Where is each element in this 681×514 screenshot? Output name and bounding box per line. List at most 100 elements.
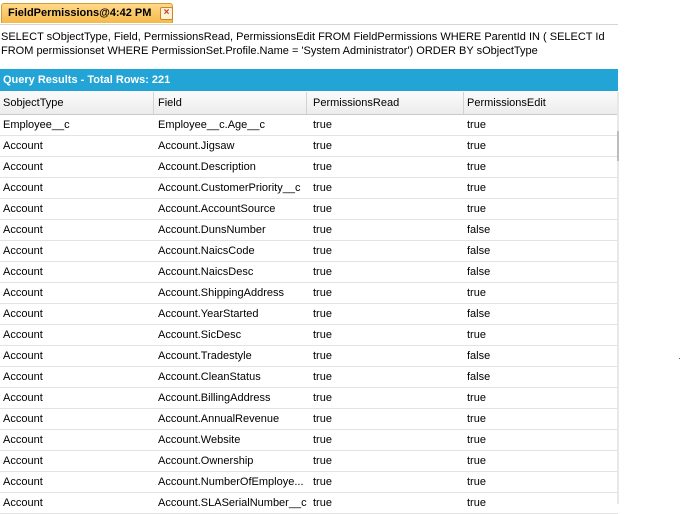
cell-permissionsedit: true xyxy=(467,119,486,131)
table-row[interactable]: Account Account.ShippingAddress true true xyxy=(0,283,618,304)
table-row[interactable]: Account Account.NumberOfEmploye... true tru… xyxy=(0,472,618,493)
table-row[interactable]: Account Account.NaicsDesc true false xyxy=(0,262,618,283)
cell-permissionsread: true xyxy=(313,476,332,488)
cell-permissionsread: true xyxy=(313,371,332,383)
cell-permissionsread: true xyxy=(313,287,332,299)
column-header-permissionsedit[interactable]: PermissionsEdit xyxy=(464,92,618,114)
cell-sobjecttype: Account xyxy=(3,203,43,215)
cell-sobjecttype: Account xyxy=(3,245,43,257)
table-row[interactable]: Account Account.Website true true xyxy=(0,430,618,451)
stray-mark xyxy=(679,358,680,359)
tab-label: FieldPermissions@4:42 PM xyxy=(8,7,152,19)
cell-sobjecttype: Employee__c xyxy=(3,119,70,131)
cell-permissionsread: true xyxy=(313,308,332,320)
cell-permissionsedit: false xyxy=(467,350,491,362)
cell-permissionsedit: true xyxy=(467,203,486,215)
cell-permissionsread: true xyxy=(313,266,332,278)
cell-permissionsedit: true xyxy=(467,434,486,446)
cell-sobjecttype: Account xyxy=(3,371,43,383)
cell-permissionsedit: true xyxy=(467,476,486,488)
cell-permissionsedit: true xyxy=(467,161,486,173)
table-row[interactable]: Employee__c Employee__c.Age__c true true xyxy=(0,115,618,136)
cell-permissionsedit: true xyxy=(467,413,486,425)
cell-field: Account.Description xyxy=(158,161,256,173)
cell-permissionsread: true xyxy=(313,245,332,257)
cell-field: Account.Ownership xyxy=(158,455,254,467)
cell-field: Account.NaicsDesc xyxy=(158,266,254,278)
cell-field: Account.SLASerialNumber__c xyxy=(158,497,307,509)
cell-permissionsedit: true xyxy=(467,182,486,194)
cell-permissionsread: true xyxy=(313,119,332,131)
table-row[interactable]: Account Account.Description true true xyxy=(0,157,618,178)
cell-permissionsedit: true xyxy=(467,392,486,404)
cell-permissionsread: true xyxy=(313,413,332,425)
cell-field: Account.Website xyxy=(158,434,241,446)
table-row[interactable]: Account Account.SicDesc true true xyxy=(0,325,618,346)
table-row[interactable]: Account Account.CleanStatus true false xyxy=(0,367,618,388)
cell-permissionsread: true xyxy=(313,350,332,362)
cell-permissionsedit: false xyxy=(467,371,491,383)
cell-sobjecttype: Account xyxy=(3,497,43,509)
cell-field: Account.AnnualRevenue xyxy=(158,413,280,425)
tab-field-permissions[interactable]: FieldPermissions@4:42 PM × xyxy=(1,3,173,23)
cell-field: Account.BillingAddress xyxy=(158,392,271,404)
cell-permissionsedit: false xyxy=(467,224,491,236)
cell-sobjecttype: Account xyxy=(3,161,43,173)
cell-permissionsedit: false xyxy=(467,308,491,320)
cell-permissionsedit: true xyxy=(467,287,486,299)
cell-sobjecttype: Account xyxy=(3,476,43,488)
cell-field: Account.DunsNumber xyxy=(158,224,266,236)
table-row[interactable]: Account Account.YearStarted true false xyxy=(0,304,618,325)
table-row[interactable]: Account Account.CustomerPriority__c true tr… xyxy=(0,178,618,199)
cell-field: Account.NumberOfEmploye... xyxy=(158,476,304,488)
cell-sobjecttype: Account xyxy=(3,413,43,425)
cell-permissionsread: true xyxy=(313,224,332,236)
cell-field: Account.YearStarted xyxy=(158,308,259,320)
cell-sobjecttype: Account xyxy=(3,350,43,362)
cell-sobjecttype: Account xyxy=(3,329,43,341)
table-row[interactable]: Account Account.Ownership true true xyxy=(0,451,618,472)
column-header-field[interactable]: Field xyxy=(155,92,307,114)
cell-sobjecttype: Account xyxy=(3,308,43,320)
table-row[interactable]: Account Account.Jigsaw true true xyxy=(0,136,618,157)
cell-permissionsedit: false xyxy=(467,266,491,278)
cell-permissionsedit: true xyxy=(467,497,486,509)
cell-field: Account.AccountSource xyxy=(158,203,276,215)
results-grid: SobjectType Field PermissionsRead Permis… xyxy=(0,92,618,514)
cell-field: Account.NaicsCode xyxy=(158,245,255,257)
results-header: Query Results - Total Rows: 221 xyxy=(0,69,618,91)
cell-permissionsread: true xyxy=(313,497,332,509)
table-row[interactable]: Account Account.BillingAddress true true xyxy=(0,388,618,409)
column-header-permissionsread[interactable]: PermissionsRead xyxy=(310,92,464,114)
cell-permissionsread: true xyxy=(313,434,332,446)
cell-field: Employee__c.Age__c xyxy=(158,119,266,131)
tab-bar: FieldPermissions@4:42 PM × xyxy=(0,0,618,25)
cell-sobjecttype: Account xyxy=(3,266,43,278)
table-row[interactable]: Account Account.AccountSource true true xyxy=(0,199,618,220)
cell-permissionsedit: true xyxy=(467,140,486,152)
cell-permissionsread: true xyxy=(313,182,332,194)
table-row[interactable]: Account Account.NaicsCode true false xyxy=(0,241,618,262)
scrollbar-thumb[interactable] xyxy=(617,131,619,161)
cell-field: Account.SicDesc xyxy=(158,329,242,341)
grid-header-row: SobjectType Field PermissionsRead Permis… xyxy=(0,92,618,115)
cell-sobjecttype: Account xyxy=(3,392,43,404)
cell-field: Account.CustomerPriority__c xyxy=(158,182,301,194)
cell-sobjecttype: Account xyxy=(3,455,43,467)
cell-field: Account.ShippingAddress xyxy=(158,287,284,299)
cell-permissionsedit: true xyxy=(467,455,486,467)
cell-permissionsread: true xyxy=(313,329,332,341)
table-row[interactable]: Account Account.DunsNumber true false xyxy=(0,220,618,241)
cell-sobjecttype: Account xyxy=(3,287,43,299)
table-row[interactable]: Account Account.AnnualRevenue true true xyxy=(0,409,618,430)
column-header-sobjecttype[interactable]: SobjectType xyxy=(0,92,154,114)
cell-sobjecttype: Account xyxy=(3,224,43,236)
cell-sobjecttype: Account xyxy=(3,140,43,152)
cell-field: Account.CleanStatus xyxy=(158,371,261,383)
cell-permissionsedit: false xyxy=(467,245,491,257)
cell-permissionsread: true xyxy=(313,392,332,404)
close-icon[interactable]: × xyxy=(160,7,173,20)
table-row[interactable]: Account Account.Tradestyle true false xyxy=(0,346,618,367)
cell-sobjecttype: Account xyxy=(3,434,43,446)
cell-sobjecttype: Account xyxy=(3,182,43,194)
